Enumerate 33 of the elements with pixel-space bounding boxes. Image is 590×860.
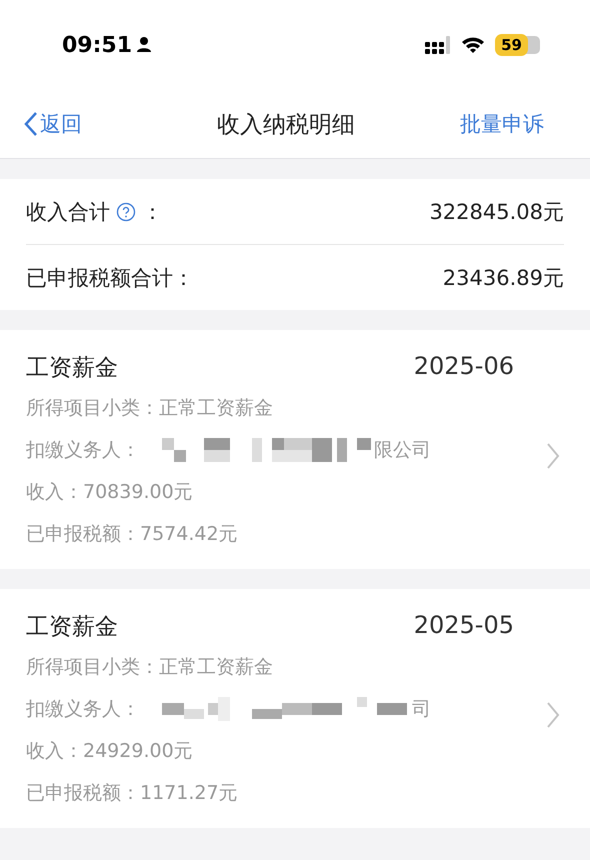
chevron-right-icon — [546, 701, 560, 729]
income-period: 2025-06 — [414, 352, 514, 382]
summary-value: 322845.08元 — [429, 198, 564, 226]
income-record-card[interactable]: 工资薪金 2025-05 所得项目小类：正常工资薪金 扣缴义务人： 司 收入：24929.00元 已申报税额：1171.27元 — [0, 589, 590, 828]
summary-label: 收入合计 — [26, 198, 110, 226]
withholder-name: 司 — [412, 697, 431, 722]
wifi-icon — [461, 36, 486, 54]
income-category: 工资薪金 — [26, 354, 118, 383]
back-button[interactable]: 返回 — [24, 110, 82, 138]
income-category: 工资薪金 — [26, 613, 118, 642]
chevron-right-icon — [546, 442, 560, 470]
declared-tax: 已申报税额：7574.42元 — [26, 522, 238, 547]
battery-level: 59 — [495, 34, 528, 56]
status-time: 09:51 — [62, 32, 152, 58]
subcategory-text: 所得项目小类：正常工资薪金 — [26, 655, 273, 680]
income-record-card[interactable]: 工资薪金 2025-06 所得项目小类：正常工资薪金 扣缴义务人： 限公司 收入：70839.00元 已申报税额：7574.42元 — [0, 330, 590, 569]
income-amount: 收入：70839.00元 — [26, 480, 193, 505]
declared-tax: 已申报税额：1171.27元 — [26, 781, 238, 806]
income-amount: 收入：24929.00元 — [26, 739, 193, 764]
withholder-name: 限公司 — [374, 438, 431, 463]
batch-appeal-button[interactable]: 批量申诉 — [460, 110, 544, 138]
withholder-label: 扣缴义务人： — [26, 438, 140, 463]
person-icon — [136, 36, 152, 52]
income-period: 2025-05 — [414, 611, 514, 641]
withholder-label: 扣缴义务人： — [26, 697, 140, 722]
page-title: 收入纳税明细 — [217, 110, 355, 140]
help-icon[interactable] — [116, 202, 136, 222]
summary-label: 已申报税额合计： — [26, 264, 194, 292]
colon: ： — [142, 198, 163, 226]
subcategory-text: 所得项目小类：正常工资薪金 — [26, 396, 273, 421]
signal-icon — [425, 36, 452, 54]
summary-value: 23436.89元 — [442, 264, 564, 292]
chevron-left-icon — [24, 111, 38, 137]
